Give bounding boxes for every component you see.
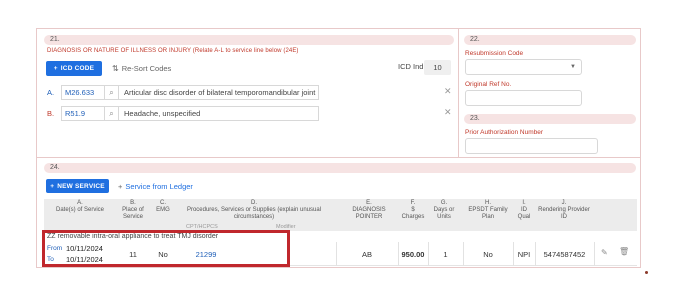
resubmission-code-label: Resubmission Code	[465, 50, 524, 57]
column-header-j: J. Rendering Provider ID	[538, 200, 590, 220]
column-header-e: E. DIAGNOSIS POINTER	[352, 200, 386, 220]
edit-icon[interactable]: ✎	[601, 248, 608, 257]
diagnosis-pointer[interactable]: AB	[336, 250, 398, 259]
re-sort-codes-button[interactable]: ⇅ Re-Sort Codes	[112, 64, 171, 73]
close-icon[interactable]: ✕	[444, 107, 452, 118]
diagnosis-letter: A.	[47, 88, 55, 97]
section-22-number: 22.	[470, 36, 480, 43]
diagnosis-title: DIAGNOSIS OR NATURE OF ILLNESS OR INJURY…	[47, 48, 299, 54]
form-frame-left	[36, 28, 37, 268]
section-24-header: 24.	[44, 163, 636, 173]
plus-icon: +	[53, 65, 58, 72]
section-divider-vertical	[458, 28, 459, 158]
charges[interactable]: 950.00	[398, 250, 428, 259]
icd-code-button[interactable]: + ICD CODE	[46, 61, 102, 76]
diagnosis-letter: B.	[47, 109, 55, 118]
column-header-c: C. EMG	[156, 200, 170, 213]
form-frame-top	[36, 28, 641, 29]
column-header-f: F. $ Charges	[401, 200, 425, 220]
sort-icon: ⇅	[112, 64, 119, 73]
service-from-ledger-link[interactable]: + Service from Ledger	[118, 182, 193, 191]
diagnosis-code-field[interactable]: M26.633	[61, 85, 105, 100]
original-ref-input[interactable]	[465, 90, 582, 106]
column-header-d: D. Procedures, Services or Supplies (expl…	[186, 200, 322, 220]
column-header-a: A. Date(s) of Service	[55, 200, 104, 213]
delete-icon[interactable]: 🗑	[619, 247, 629, 256]
section-21-header: 21.	[44, 35, 454, 45]
close-icon[interactable]: ✕	[444, 86, 452, 97]
new-service-button[interactable]: + NEW SERVICE	[46, 179, 109, 193]
diagnosis-code-field[interactable]: R51.9	[61, 106, 105, 121]
decorative-dot	[645, 271, 648, 274]
search-icon[interactable]: ⌕	[105, 106, 119, 121]
diagnosis-description: Articular disc disorder of bilateral tem…	[119, 85, 319, 100]
rendering-provider-id[interactable]: 5474587452	[535, 250, 594, 259]
id-qual[interactable]: NPI	[513, 250, 535, 259]
chevron-down-icon: ▼	[570, 64, 576, 70]
column-divider	[594, 242, 595, 266]
plus-icon: +	[50, 182, 55, 190]
icd-code-button-label: ICD CODE	[60, 65, 95, 72]
epsdt-value[interactable]: No	[463, 250, 513, 259]
section-21-number: 21.	[50, 36, 60, 43]
re-sort-codes-label: Re-Sort Codes	[121, 64, 172, 73]
icd-ind-field[interactable]: 10	[424, 60, 451, 75]
icd-ind-label: ICD Ind.	[398, 62, 426, 71]
column-header-h: H. EPSDT Family Plan	[468, 200, 508, 220]
resubmission-code-select[interactable]	[465, 59, 582, 75]
section-23-number: 23.	[470, 115, 480, 122]
diagnosis-description: Headache, unspecified	[119, 106, 319, 121]
original-ref-label: Original Ref No.	[465, 81, 512, 88]
column-header-g: G. Days or Units	[433, 200, 455, 220]
search-icon[interactable]: ⌕	[105, 85, 119, 100]
service-from-ledger-label: Service from Ledger	[125, 182, 193, 191]
new-service-button-label: NEW SERVICE	[57, 182, 105, 190]
prior-authorization-label: Prior Authorization Number	[465, 129, 544, 136]
form-frame-bottom	[36, 267, 641, 268]
prior-authorization-input[interactable]	[465, 138, 598, 154]
form-frame-right	[640, 28, 641, 268]
column-header-b: B. Place of Service	[122, 200, 144, 220]
section-24-number: 24.	[50, 164, 60, 171]
section-divider-horizontal	[36, 157, 641, 158]
highlight-box	[42, 230, 290, 267]
units[interactable]: 1	[428, 250, 463, 259]
section-23-header: 23.	[464, 114, 636, 124]
column-header-i: I. ID Qual	[517, 200, 531, 220]
section-22-header: 22.	[464, 35, 636, 45]
plus-icon: +	[118, 182, 123, 191]
